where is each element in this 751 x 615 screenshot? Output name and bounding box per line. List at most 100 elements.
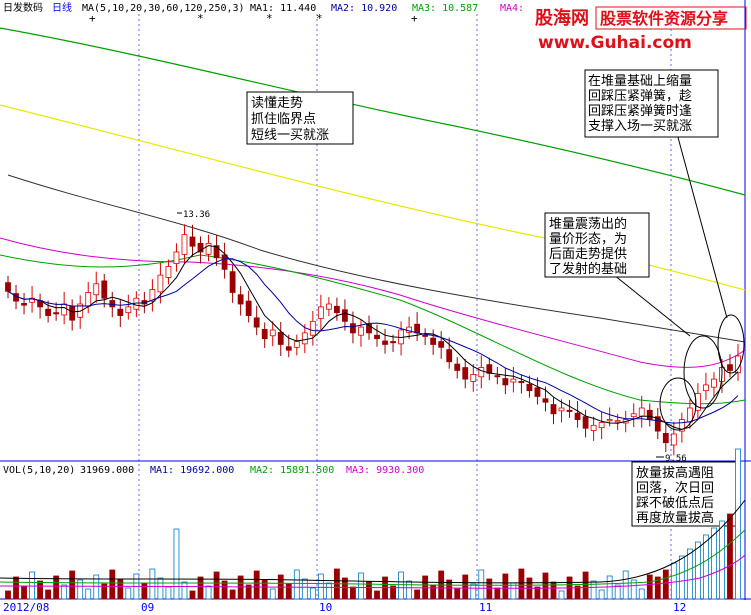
candle-body (245, 300, 252, 316)
annotation-4-line2: 回落，次日回 (636, 480, 714, 496)
candle-body (606, 419, 613, 422)
candle-body (85, 292, 92, 307)
volume-bar (558, 590, 565, 600)
volume-bar (486, 578, 493, 600)
candle-body (165, 266, 172, 278)
volume-bar (253, 570, 260, 600)
volume-bar (735, 448, 741, 600)
marker-star-1: * (197, 12, 204, 25)
candle-body (205, 242, 212, 255)
volume-bar (197, 576, 204, 600)
annotation-3-line3: 后面走势提供 (549, 246, 627, 262)
volume-bar (534, 586, 541, 600)
volume-bar (157, 577, 164, 600)
candle-body (510, 378, 517, 383)
annotation-1-line1: 读懂走势 (251, 95, 303, 111)
volume-bar (181, 581, 188, 600)
annotation-1: 读懂走势 抓住临界点 短线一买就涨 (246, 91, 354, 145)
ma-params: MA(5,10,20,30,60,120,250,3) (82, 3, 245, 14)
candle-body (662, 433, 669, 444)
volume-bar (598, 589, 605, 600)
candle-body (301, 332, 308, 345)
candle-body (181, 234, 188, 255)
marker-star-3: * (316, 12, 323, 25)
candle-body (277, 331, 284, 345)
volume-bar (149, 568, 156, 600)
marker-cross-2: + (411, 12, 418, 25)
volume-bar (205, 585, 212, 600)
volume-bar (141, 582, 148, 600)
volume-bar (317, 573, 324, 600)
candle-body (518, 381, 525, 384)
candle-body (237, 294, 244, 305)
volume-bar (502, 573, 509, 600)
x-label-oct: 10 (319, 601, 332, 614)
candle-body (550, 404, 557, 415)
volume-bar (454, 588, 461, 600)
volume-bar (478, 569, 485, 600)
candle-body (502, 378, 509, 386)
annotation-4-line4: 再度放量拔高 (636, 510, 714, 526)
volume-bar (622, 570, 629, 600)
volume-bar (582, 571, 589, 600)
candle-body (189, 236, 196, 247)
candle-body (101, 280, 108, 299)
volume-bar (213, 571, 220, 600)
watermark-brand: 股海网 (534, 7, 589, 29)
volume-bar (293, 569, 300, 600)
annotation-3-line1: 堆量震荡出的 (549, 216, 627, 232)
volume-bar (494, 587, 501, 600)
watermark-slogan: 股票软件资源分享 (600, 9, 728, 28)
chart-header: 日发数码 日线 MA(5,10,20,30,60,120,250,3) MA1:… (3, 1, 524, 14)
volume-bar (670, 562, 677, 600)
candle-body (686, 407, 693, 423)
volume-bar (374, 590, 380, 600)
annotation-2-line3: 回踩压紧弹簧时逢 (588, 103, 692, 119)
candle-body (438, 341, 445, 348)
volume-bar (719, 520, 725, 600)
annotation-2-line4: 支撑入场一买就涨 (588, 119, 692, 134)
annotation-1-line2: 抓住临界点 (251, 112, 316, 127)
volume-bar (414, 589, 421, 600)
volume-bar (309, 587, 316, 600)
candle-body (5, 282, 11, 292)
volume-bar (470, 583, 477, 600)
candle-body (430, 337, 437, 345)
ma1-value: MA1: 11.440 (250, 3, 316, 14)
marker-cross-1: + (89, 12, 96, 25)
annotation-4-line1: 放量拔高遇阻 (636, 465, 714, 481)
candle-body (614, 420, 621, 423)
volume-bar (85, 588, 92, 600)
volume-bar (727, 513, 733, 600)
volume-bar (45, 589, 52, 600)
candle-body (317, 306, 324, 319)
candle-body (598, 422, 605, 429)
volume-header: VOL(5,10,20) 31969.000 MA1: 19692.000 MA… (3, 465, 424, 476)
volume-bar (229, 589, 236, 600)
candle-body (293, 341, 300, 348)
annotation-2-line2: 回踩压紧弹簧，趁 (588, 88, 692, 104)
vol-ma3: MA3: 9930.300 (346, 465, 424, 476)
candle-body (374, 334, 380, 340)
candle-body (173, 251, 180, 264)
period-label: 日线 (52, 1, 72, 14)
candle-body (69, 305, 76, 321)
volume-bar (406, 580, 412, 600)
volume-bar (37, 580, 43, 600)
x-label-aug: 2012/08 (3, 601, 49, 614)
candle-body (703, 384, 709, 392)
volume-bar (350, 586, 356, 600)
volume-bar (109, 569, 116, 600)
candle-body (646, 409, 653, 420)
marker-star-2: * (266, 12, 273, 25)
candle-body (566, 409, 573, 412)
volume-bar (662, 569, 669, 600)
volume-bar (69, 570, 76, 600)
ma3-value: MA3: 10.587 (412, 3, 478, 14)
volume-bar (221, 580, 228, 600)
candle-body (269, 329, 276, 337)
volume-bar (53, 575, 60, 600)
x-label-dec: 12 (673, 601, 686, 614)
annotation-4-line3: 踩不破低点后 (636, 496, 714, 511)
vol-ma1: MA1: 19692.000 (150, 465, 234, 476)
